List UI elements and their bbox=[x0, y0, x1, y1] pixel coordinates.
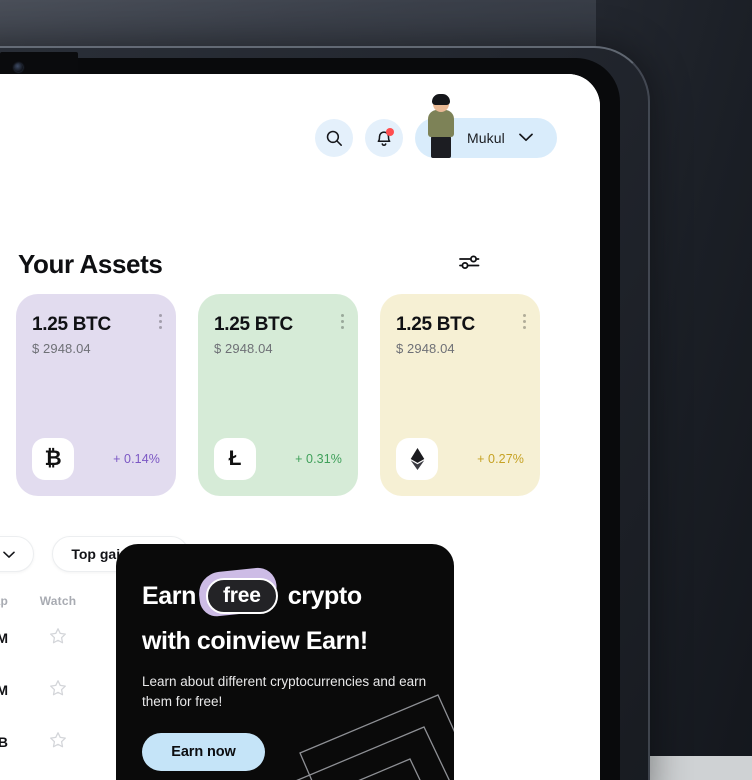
bitcoin-icon: ₿ bbox=[32, 438, 74, 480]
star-outline-icon[interactable] bbox=[48, 730, 68, 755]
laptop-screen: Mukul Your Assets 1.25 BTC $ 2948.04 ₿ +… bbox=[0, 74, 600, 780]
card-menu-icon[interactable] bbox=[341, 314, 344, 329]
assets-header: Your Assets bbox=[18, 249, 480, 280]
coin-symbol: ₿ bbox=[44, 447, 62, 470]
ethereum-icon bbox=[396, 438, 438, 480]
free-badge: free bbox=[196, 566, 280, 618]
promo-headline-line1: Earn free crypto bbox=[142, 566, 428, 618]
asset-card[interactable]: 1.25 BTC $ 2948.04 ₿ + 0.14% bbox=[16, 294, 176, 496]
asset-card[interactable]: 1.25 BTC $ 2948.04 Ł + 0.31% bbox=[198, 294, 358, 496]
asset-fiat-value: $ 2948.04 bbox=[396, 341, 455, 356]
asset-change-percent: + 0.31% bbox=[295, 452, 342, 466]
card-menu-icon[interactable] bbox=[159, 314, 162, 329]
page-title: Your Assets bbox=[18, 249, 163, 279]
profile-name: Mukul bbox=[467, 130, 505, 146]
chevron-down-icon bbox=[3, 546, 16, 562]
asset-card-footer: ₿ + 0.14% bbox=[32, 438, 160, 480]
promo-description: Learn about different cryptocurrencies a… bbox=[142, 674, 427, 709]
litecoin-icon: Ł bbox=[214, 438, 256, 480]
asset-card-footer: Ł + 0.31% bbox=[214, 438, 342, 480]
card-menu-icon[interactable] bbox=[523, 314, 526, 329]
column-header-market-cap: Market cap bbox=[0, 594, 8, 608]
market-table: Market cap Watch $399.8M $152.5M bbox=[0, 594, 100, 780]
notification-badge bbox=[386, 128, 394, 136]
asset-card-footer: + 0.27% bbox=[396, 438, 524, 480]
coinview-app: Mukul Your Assets 1.25 BTC $ 2948.04 ₿ +… bbox=[0, 74, 600, 780]
column-header-watch: Watch bbox=[39, 594, 77, 608]
search-button[interactable] bbox=[315, 119, 353, 157]
coin-symbol: Ł bbox=[228, 447, 242, 470]
table-row[interactable]: $399.8M bbox=[0, 768, 100, 780]
asset-amount: 1.25 BTC bbox=[32, 314, 111, 335]
table-row[interactable]: $399.8M bbox=[0, 612, 100, 664]
asset-change-percent: + 0.27% bbox=[477, 452, 524, 466]
timeframe-dropdown[interactable]: 4h bbox=[0, 536, 35, 572]
asset-fiat-value: $ 2948.04 bbox=[214, 341, 273, 356]
table-header-row: Market cap Watch bbox=[0, 594, 100, 612]
cell-market-cap: $1.2B bbox=[0, 734, 8, 750]
cell-market-cap: $152.5M bbox=[0, 682, 8, 698]
promo-headline-after: crypto bbox=[287, 582, 362, 611]
sliders-icon[interactable] bbox=[458, 252, 480, 277]
promo-headline-before: Earn bbox=[142, 582, 196, 611]
asset-amount: 1.25 BTC bbox=[214, 314, 293, 335]
cell-market-cap: $399.8M bbox=[0, 630, 8, 646]
earn-promo-card[interactable]: Earn free crypto with coinview Earn! Lea… bbox=[116, 544, 454, 780]
top-bar: Mukul bbox=[315, 94, 557, 158]
notifications-button[interactable] bbox=[365, 119, 403, 157]
webcam-icon bbox=[14, 63, 23, 72]
asset-fiat-value: $ 2948.04 bbox=[32, 341, 91, 356]
avatar bbox=[421, 94, 461, 158]
star-outline-icon[interactable] bbox=[48, 626, 68, 651]
asset-change-percent: + 0.14% bbox=[113, 452, 160, 466]
search-icon bbox=[325, 129, 343, 147]
star-outline-icon[interactable] bbox=[48, 678, 68, 703]
asset-card-list: 1.25 BTC $ 2948.04 ₿ + 0.14% 1.25 BTC $ … bbox=[16, 294, 540, 496]
free-badge-label: free bbox=[205, 578, 278, 615]
laptop-photo-scene: Mukul Your Assets 1.25 BTC $ 2948.04 ₿ +… bbox=[0, 0, 752, 780]
profile-menu[interactable]: Mukul bbox=[415, 94, 557, 158]
table-row[interactable]: $1.2B bbox=[0, 716, 100, 768]
asset-amount: 1.25 BTC bbox=[396, 314, 475, 335]
table-row[interactable]: $152.5M bbox=[0, 664, 100, 716]
promo-headline-line2: with coinview Earn! bbox=[142, 627, 368, 656]
chevron-down-icon bbox=[519, 129, 533, 147]
ethereum-glyph bbox=[410, 448, 424, 470]
asset-card[interactable]: 1.25 BTC $ 2948.04 + 0.27% bbox=[380, 294, 540, 496]
earn-now-button[interactable]: Earn now bbox=[142, 733, 265, 772]
